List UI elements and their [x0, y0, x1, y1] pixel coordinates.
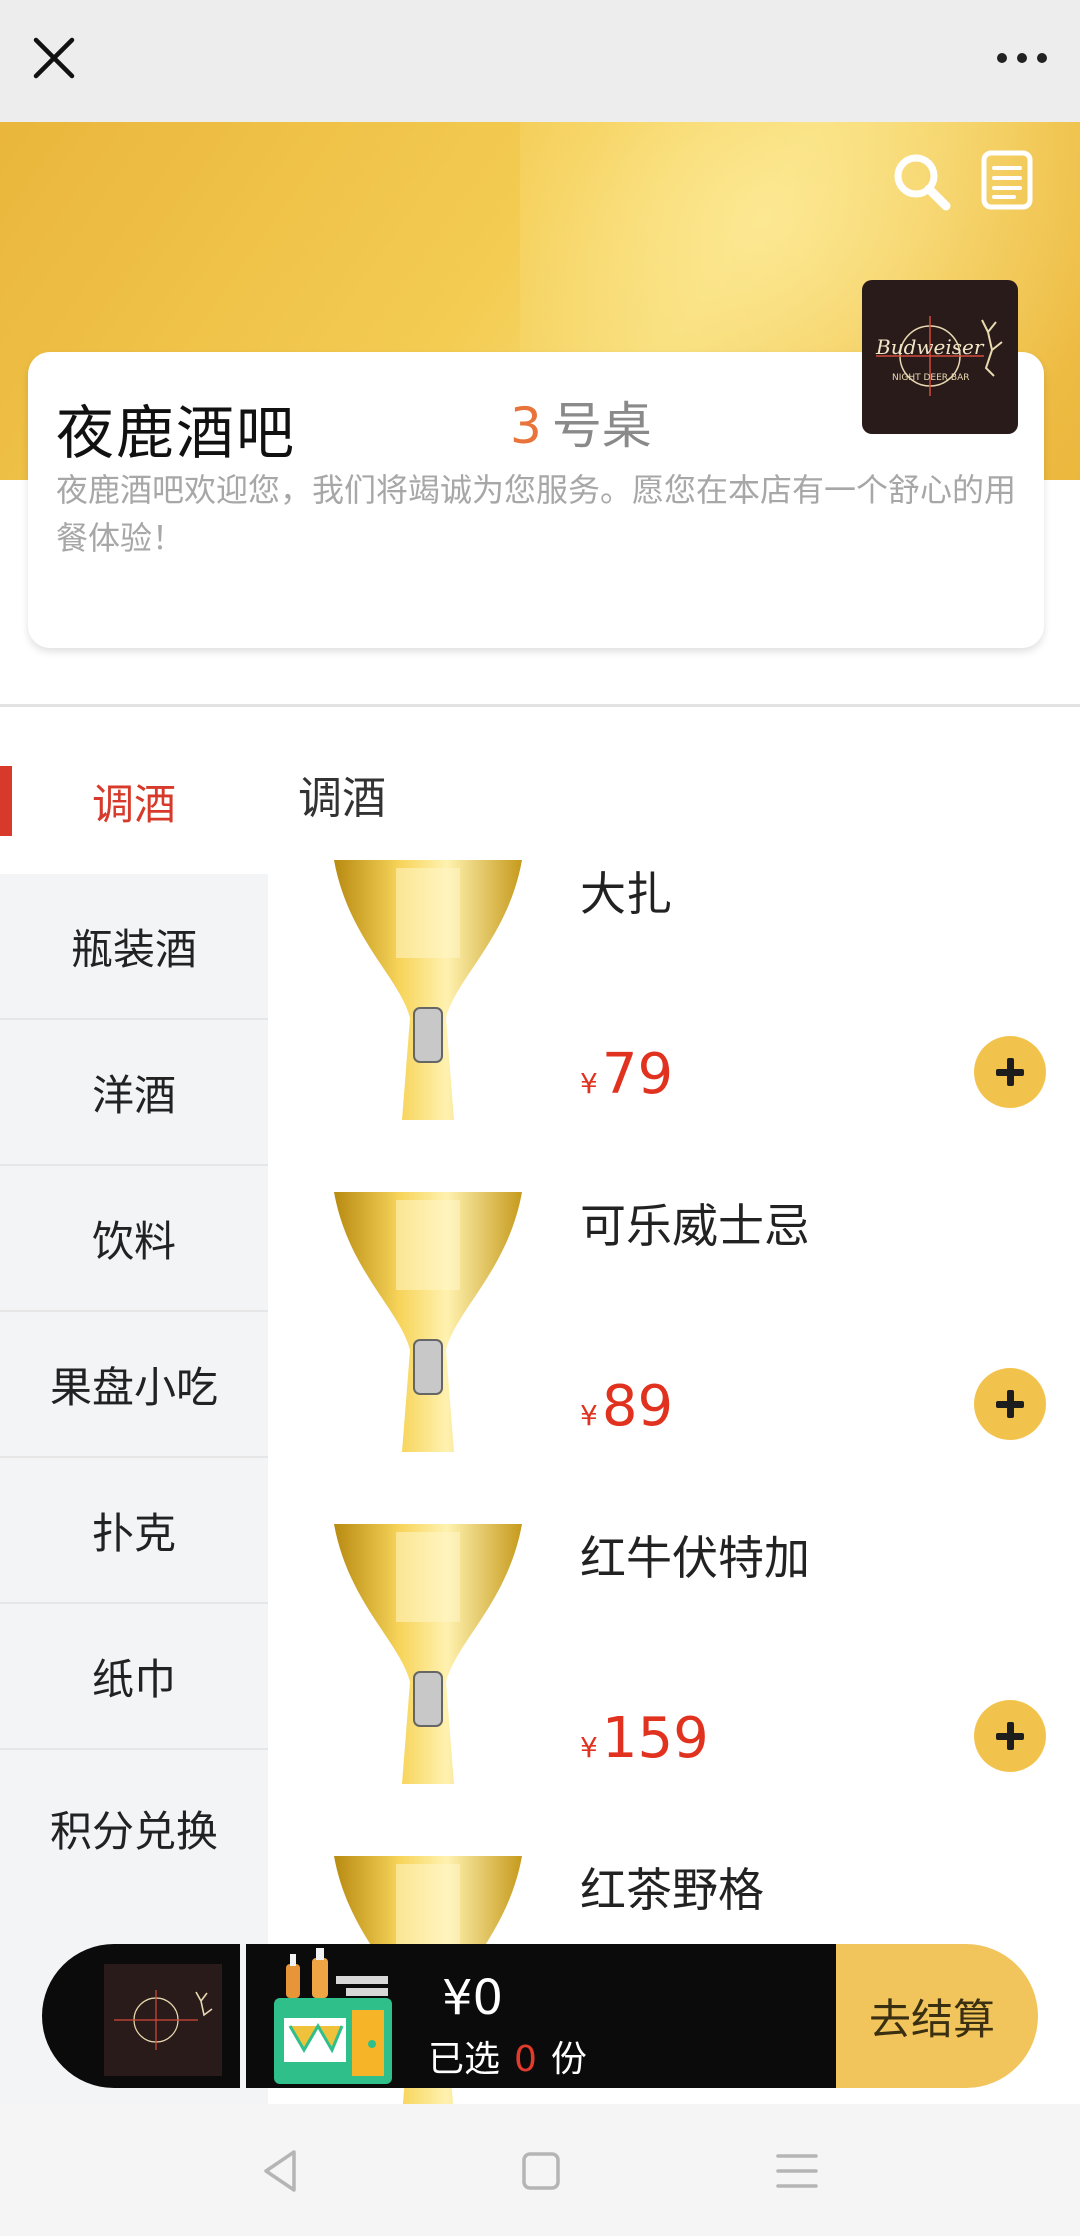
beer-tower-image — [334, 1524, 522, 1784]
checkout-button[interactable]: 去结算 — [836, 1944, 1038, 2088]
category-sidebar: 调酒 瓶装酒 洋酒 饮料 果盘小吃 扑克 纸巾 积分兑换 — [0, 728, 268, 2108]
cart-bar: ¥0 已选 0 份 去结算 — [42, 1944, 1038, 2088]
table-number-value: 3 — [510, 397, 542, 455]
table-number-suffix: 号桌 — [551, 397, 652, 455]
beer-tower-image — [334, 860, 522, 1120]
home-icon[interactable] — [514, 2144, 568, 2198]
order-list-icon[interactable] — [980, 150, 1036, 210]
category-label: 果盘小吃 — [49, 1362, 218, 1412]
active-category-indicator — [0, 766, 12, 836]
beer-tower-image — [334, 1192, 522, 1452]
back-icon[interactable] — [254, 2144, 308, 2198]
section-title: 调酒 — [298, 773, 386, 824]
cart-selected-count: 已选 0 份 — [428, 2039, 587, 2080]
table-number: 3 号桌 — [510, 386, 652, 458]
product-name: 红牛伏特加 — [580, 1531, 810, 1585]
category-label: 积分兑换 — [49, 1807, 218, 1856]
category-item-poker[interactable]: 扑克 — [0, 1458, 268, 1604]
store-logo: Budweiser NIGHT DEER BAR — [862, 280, 1018, 434]
more-icon[interactable] — [990, 36, 1054, 80]
cart-store-logo — [104, 1964, 222, 2076]
search-icon[interactable] — [890, 150, 952, 212]
product-item[interactable]: 红牛伏特加 ¥159 — [268, 1522, 1080, 1854]
category-item-fruit-snacks[interactable]: 果盘小吃 — [0, 1312, 268, 1458]
cart-total: ¥0 — [442, 1970, 504, 2026]
header-divider — [0, 704, 1080, 707]
product-item[interactable]: 大扎 ¥79 — [268, 858, 1080, 1190]
add-to-cart-button[interactable] — [974, 1700, 1046, 1772]
category-label: 饮料 — [91, 1216, 176, 1266]
category-item-liquor[interactable]: 洋酒 — [0, 1020, 268, 1166]
product-name: 可乐威士忌 — [580, 1199, 810, 1253]
category-label: 调酒 — [91, 779, 176, 829]
cart-logo-graphic — [114, 1990, 213, 2050]
product-price: ¥89 — [580, 1374, 674, 1439]
store-name: 夜鹿酒吧 — [56, 399, 297, 467]
category-item-bottled-wine[interactable]: 瓶装酒 — [0, 874, 268, 1020]
category-label: 瓶装酒 — [70, 924, 197, 974]
store-description: 夜鹿酒吧欢迎您，我们将竭诚为您服务。愿您在本店有一个舒心的用餐体验！ — [56, 471, 1017, 557]
close-icon[interactable] — [26, 30, 82, 86]
store-logo-graphic: Budweiser NIGHT DEER BAR — [875, 316, 1003, 396]
category-item-drinks[interactable]: 饮料 — [0, 1166, 268, 1312]
product-price: ¥159 — [580, 1706, 709, 1771]
menu-icon[interactable] — [770, 2144, 824, 2198]
logo-sub-text: NIGHT DEER BAR — [892, 373, 970, 383]
logo-brand-text: Budweiser — [875, 335, 985, 359]
add-to-cart-button[interactable] — [974, 1368, 1046, 1440]
category-item-cocktail[interactable]: 调酒 — [0, 728, 268, 874]
cart-summary[interactable]: ¥0 已选 0 份 — [246, 1944, 836, 2088]
category-label: 洋酒 — [91, 1070, 176, 1120]
category-label: 扑克 — [91, 1508, 176, 1558]
product-name: 大扎 — [580, 867, 672, 921]
product-item[interactable]: 可乐威士忌 ¥89 — [268, 1190, 1080, 1522]
system-nav-bar — [0, 2104, 1080, 2236]
category-item-tissue[interactable]: 纸巾 — [0, 1604, 268, 1750]
product-price: ¥79 — [580, 1042, 674, 1107]
cart-icon — [274, 1948, 392, 2084]
product-name: 红茶野格 — [580, 1863, 764, 1917]
category-label: 纸巾 — [91, 1654, 176, 1704]
top-bar — [0, 0, 1080, 122]
cart-store-section — [42, 1944, 240, 2088]
add-to-cart-button[interactable] — [974, 1036, 1046, 1108]
